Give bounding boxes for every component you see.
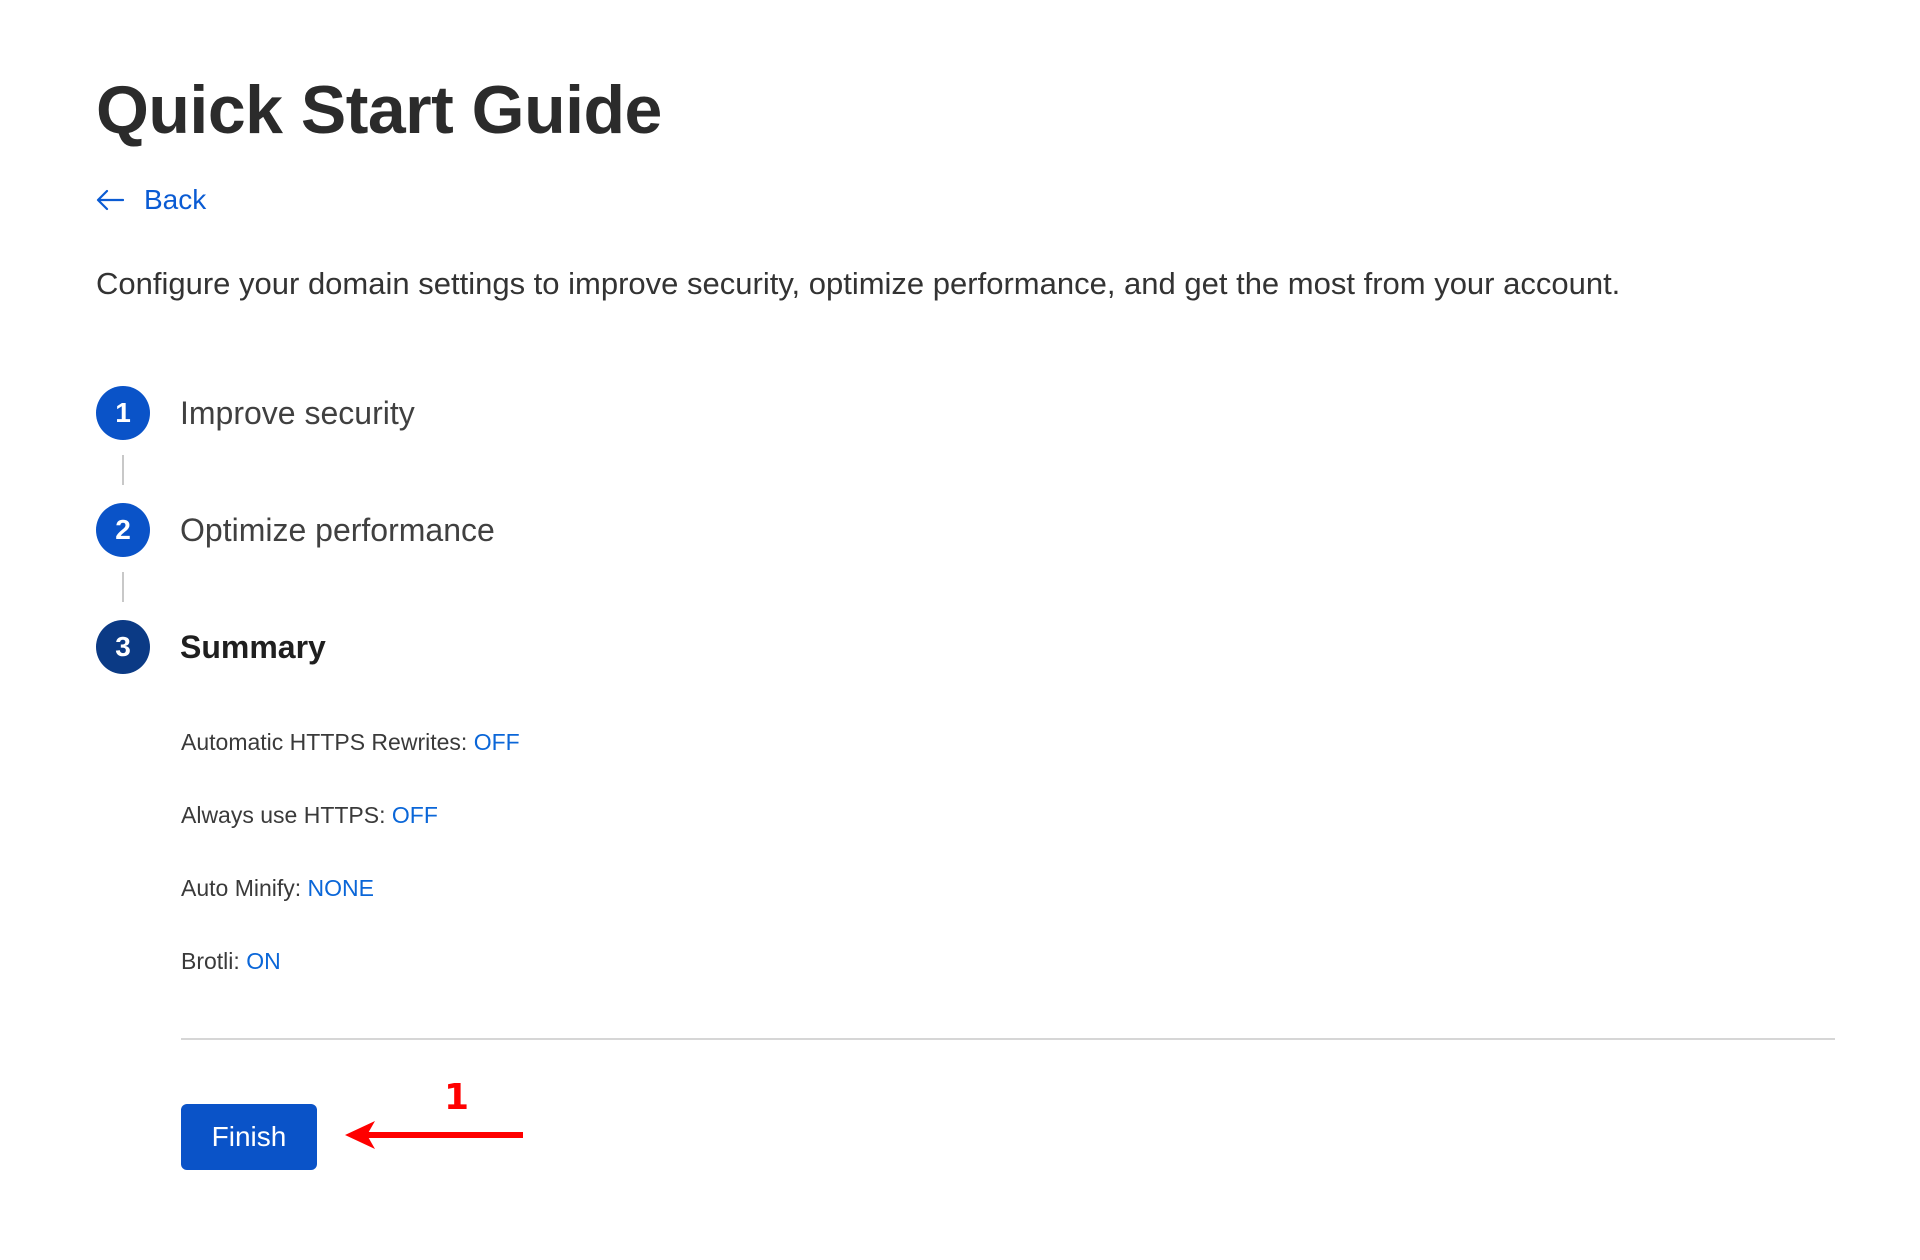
summary-label: Automatic HTTPS Rewrites: <box>181 729 474 755</box>
step-connector <box>122 572 124 602</box>
finish-button[interactable]: Finish <box>181 1104 317 1170</box>
summary-label: Brotli: <box>181 948 247 974</box>
annotation-number: 1 <box>444 1077 470 1118</box>
summary-item-auto-minify: Auto Minify: NONE <box>181 873 374 903</box>
summary-value: OFF <box>391 802 438 828</box>
summary-label: Always use HTTPS: <box>181 802 392 828</box>
step-improve-security: 1 Improve security <box>96 386 415 440</box>
summary-label: Auto Minify: <box>181 875 308 901</box>
intro-text: Configure your domain settings to improv… <box>96 266 1621 301</box>
summary-value: NONE <box>307 875 374 901</box>
step-summary: 3 Summary <box>96 620 326 674</box>
annotation-arrow-icon <box>345 1120 525 1155</box>
summary-item-always-https: Always use HTTPS: OFF <box>181 800 438 830</box>
back-link[interactable]: Back <box>96 182 206 218</box>
page-title: Quick Start Guide <box>96 72 662 148</box>
arrow-left-icon <box>96 189 124 211</box>
step-label: Summary <box>180 628 326 665</box>
step-optimize-performance: 2 Optimize performance <box>96 503 495 557</box>
step-number-badge: 2 <box>96 503 150 557</box>
summary-item-brotli: Brotli: ON <box>181 946 281 976</box>
summary-value: OFF <box>473 729 520 755</box>
step-label: Improve security <box>180 394 415 431</box>
step-number-badge: 3 <box>96 620 150 674</box>
step-connector <box>122 455 124 485</box>
back-label: Back <box>144 184 207 215</box>
summary-item-https-rewrites: Automatic HTTPS Rewrites: OFF <box>181 727 520 757</box>
divider <box>181 1038 1835 1040</box>
step-label: Optimize performance <box>180 511 495 548</box>
summary-value: ON <box>246 948 281 974</box>
step-number-badge: 1 <box>96 386 150 440</box>
